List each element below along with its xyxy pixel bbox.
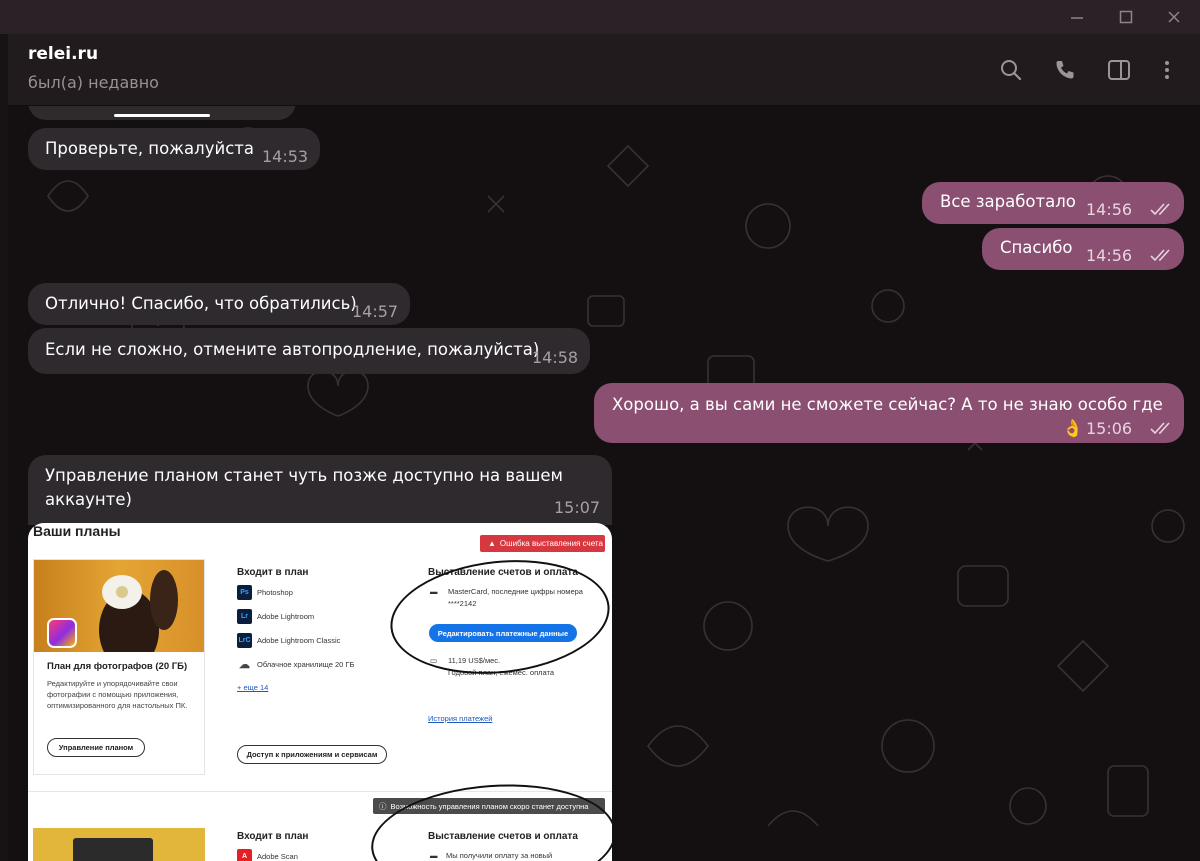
plan-card-2-photo [33,828,205,861]
close-icon [1168,11,1180,23]
app-row: A Adobe Scan [237,849,298,861]
app-name: Photoshop [257,588,293,597]
title-bar [0,0,1200,34]
more-apps-link[interactable]: + еще 14 [237,683,268,692]
message-time: 14:57 [352,302,399,321]
message-text: Спасибо [1000,238,1073,257]
access-apps-button[interactable]: Доступ к приложениям и сервисам [237,745,387,764]
close-button[interactable] [1163,6,1185,28]
message-text: Хорошо, а вы сами не сможете сейчас? А т… [612,395,1163,414]
message-text: Отлично! Спасибо, что обратились) [45,294,357,313]
creative-cloud-logo-icon [47,618,77,648]
message-time: 14:58 [532,348,579,367]
chat-status: был(а) недавно [28,73,159,92]
attached-screenshot[interactable]: Ваши планы ▲ Ошибка выставления счета Пл… [28,523,612,861]
info-icon: ⓘ [379,801,387,811]
annotation-circle [367,776,612,861]
manage-plan-button[interactable]: Управление планом [47,738,145,757]
message-time: 14:56 [1086,200,1133,219]
warning-icon: ▲ [488,539,496,548]
call-button[interactable] [1051,56,1079,84]
sidebar-toggle-button[interactable] [1105,56,1133,84]
plan-card: План для фотографов (20 ГБ) Редактируйте… [33,559,205,775]
plan-title: План для фотографов (20 ГБ) [47,661,188,672]
ok-hand-emoji: 👌 [1062,419,1084,439]
cloud-storage-icon: ☁ [239,659,250,671]
more-button[interactable] [1153,56,1181,84]
double-check-icon [1150,203,1170,216]
search-button[interactable] [997,56,1025,84]
lightroom-icon: Lr [237,609,252,624]
app-row: LrC Adobe Lightroom Classic [237,633,340,648]
message-time: 14:53 [262,147,309,166]
payment-history-link[interactable]: История платежей [428,714,492,723]
message-time: 14:56 [1086,246,1133,265]
home-indicator-bar [114,114,210,117]
app-name: Adobe Lightroom [257,612,315,621]
double-check-icon [1150,422,1170,435]
billing-error-badge: ▲ Ошибка выставления счета [480,535,605,552]
includes-heading: Входит в план [237,567,309,578]
message-bubble-incoming[interactable]: Проверьте, пожалуйста 14:53 [28,128,320,170]
chat-title[interactable]: relei.ru [28,44,98,64]
message-bubble-outgoing[interactable]: Спасибо 14:56 [982,228,1184,270]
message-text: Все заработало [940,192,1076,211]
minimize-icon [1071,17,1083,19]
message-time: 15:06 [1086,419,1133,438]
laptop-shape [73,838,153,861]
plan-description: Редактируйте и упорядочивайте свои фотог… [47,679,188,710]
adobe-scan-icon: A [237,849,252,861]
photoshop-icon: Ps [237,585,252,600]
sidebar-toggle-icon [1108,60,1130,80]
app-row: Lr Adobe Lightroom [237,609,314,624]
message-bubble-incoming[interactable]: Если не сложно, отмените автопродление, … [28,328,590,374]
app-row: ☁ Облачное хранилище 20 ГБ [237,657,354,672]
message-text-line1: Управление планом станет чуть позже дост… [45,466,563,485]
message-bubble-outgoing[interactable]: Хорошо, а вы сами не сможете сейчас? А т… [594,383,1184,443]
message-text: Если не сложно, отмените автопродление, … [45,340,540,359]
double-check-icon [1150,249,1170,262]
message-text: Проверьте, пожалуйста [45,139,254,158]
app-row: Ps Photoshop [237,585,293,600]
message-time: 15:07 [554,498,601,517]
message-list[interactable]: Проверьте, пожалуйста 14:53 Все заработа… [8,106,1200,861]
message-text-line2: аккаунте) [45,490,132,509]
includes-heading-2: Входит в план [237,831,309,842]
billing-error-text: Ошибка выставления счета [499,539,603,548]
maximize-icon [1119,10,1133,24]
minimize-button[interactable] [1066,6,1088,28]
search-icon [1001,60,1022,81]
more-vertical-icon [1165,61,1169,79]
message-bubble-incoming[interactable]: Управление планом станет чуть позже дост… [28,455,612,525]
message-bubble-incoming[interactable]: Отлично! Спасибо, что обратились) 14:57 [28,283,410,325]
app-name: Adobe Lightroom Classic [257,636,341,645]
maximize-button[interactable] [1115,6,1137,28]
plans-heading: Ваши планы [33,523,121,539]
message-bubble-outgoing[interactable]: Все заработало 14:56 [922,182,1184,224]
app-name: Облачное хранилище 20 ГБ [257,660,355,669]
phone-icon [1056,61,1074,79]
app-name: Adobe Scan [257,852,298,861]
chat-header[interactable]: relei.ru был(а) недавно [8,34,1200,106]
telegram-window: relei.ru был(а) недавно Проверьте, пожал… [0,0,1200,861]
previous-message-fragment [28,106,296,120]
lightroom-classic-icon: LrC [237,633,252,648]
